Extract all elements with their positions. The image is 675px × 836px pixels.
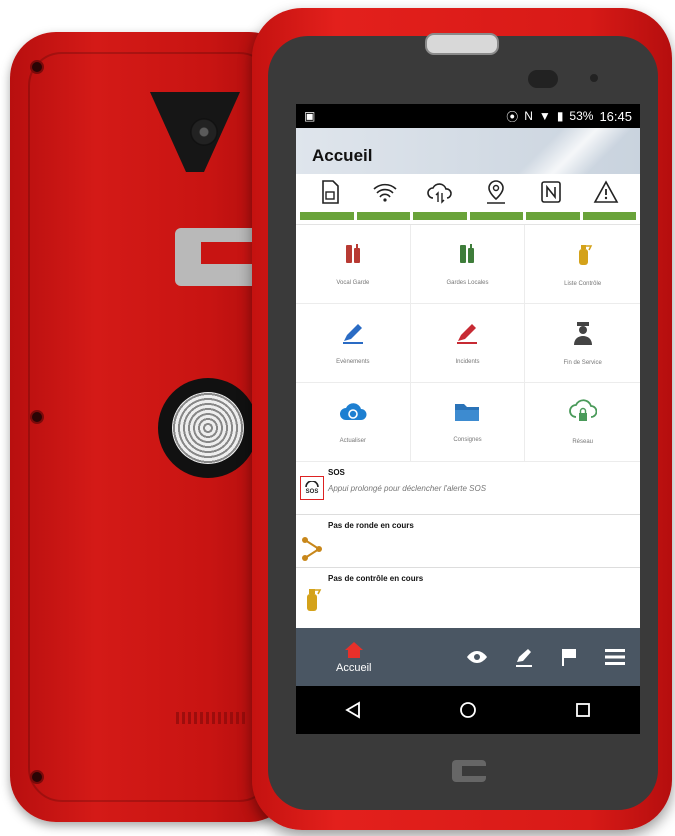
front-camera-icon [590,74,598,82]
battery-level: 53% [569,109,594,123]
front-brand-logo [452,760,486,782]
extinguisher-icon [307,589,322,611]
pen-icon [342,324,363,344]
eye-icon[interactable] [466,650,488,664]
menu-icon[interactable] [604,648,626,666]
tile-label: Fin de Service [563,360,602,366]
earpiece [425,33,499,55]
edit-icon[interactable] [514,647,534,667]
tile-label: Evènements [336,359,370,365]
battery-icon: ▮ [556,109,564,123]
menu-grid: Vocal Garde Gardes Locales Liste Contrôl… [296,224,640,462]
tile-label: Liste Contrôle [564,281,602,287]
walkie-talkie-icon [345,244,360,263]
screen: ▣ ⦿ N ▼ ▮ 53% 16:45 Accueil Vocal Garde … [296,104,640,734]
guard-icon [573,322,592,345]
pen-icon [457,324,478,344]
nav-home[interactable]: Accueil [336,641,371,674]
camera-lens-icon [190,118,218,146]
tile-evenements[interactable]: Evènements [296,304,411,383]
controle-item[interactable]: Pas de contrôle en cours [296,568,640,618]
speaker-grille [176,712,246,724]
nfc-icon[interactable] [536,177,566,207]
warning-icon[interactable] [591,177,621,207]
tile-actualiser[interactable]: Actualiser [296,383,411,462]
folder-icon [455,404,480,421]
route-icon [302,537,322,561]
sim-icon[interactable] [315,177,345,207]
tile-label: Consignes [453,437,482,443]
screw-icon [30,770,44,784]
cloud-lock-icon [568,399,597,421]
home-circle-icon[interactable] [459,701,477,719]
walkie-talkie-icon [460,244,475,263]
screw-icon [30,410,44,424]
sos-title: SOS [328,468,345,477]
nfc-status-icon: N [524,109,533,123]
tile-consignes[interactable]: Consignes [410,383,526,462]
tile-label: Incidents [455,359,480,365]
android-navigation-bar [296,686,640,734]
front-sensor [528,70,558,88]
cloud-refresh-icon [339,403,367,420]
sos-subtitle: Appui prolongé pour déclencher l'alerte … [328,484,487,493]
bottom-navigation: Accueil [296,628,640,686]
location-status-icon: ⦿ [506,109,519,124]
sos-phone-icon: SOS [300,476,324,500]
extinguisher-icon [578,245,592,265]
wifi-status-icon: ▼ [538,109,551,123]
sos-item[interactable]: SOS SOS Appui prolongé pour déclencher l… [296,462,640,515]
back-icon[interactable] [345,701,361,719]
recents-icon[interactable] [575,702,591,718]
page-title: Accueil [312,146,373,165]
nav-home-label: Accueil [336,661,372,674]
tile-incidents[interactable]: Incidents [410,304,526,383]
screw-icon [30,60,44,74]
status-bar: ▣ ⦿ N ▼ ▮ 53% 16:45 [296,104,640,128]
ronde-title: Pas de ronde en cours [328,521,414,530]
tile-label: Vocal Garde [336,280,370,286]
home-icon [344,641,363,658]
fingerprint-sensor [158,378,258,478]
tile-fin-de-service[interactable]: Fin de Service [525,304,640,383]
sos-badge: SOS [305,489,319,495]
status-indicator-bars [296,212,640,220]
tile-gardes-locales[interactable]: Gardes Locales [410,225,526,304]
tile-label: Réseau [572,439,593,445]
connectivity-row [296,174,640,210]
notification-icon: ▣ [304,109,316,123]
tile-liste-controle[interactable]: Liste Contrôle [525,225,640,304]
location-icon[interactable] [481,177,511,207]
tile-reseau[interactable]: Réseau [525,383,640,462]
brand-logo [175,228,259,286]
wifi-icon[interactable] [370,177,400,207]
cloud-sync-icon[interactable] [425,177,455,207]
tile-vocal-garde[interactable]: Vocal Garde [296,225,411,304]
clock: 16:45 [599,108,632,124]
tile-label: Actualiser [339,438,366,444]
controle-title: Pas de contrôle en cours [328,574,424,583]
ronde-item[interactable]: Pas de ronde en cours [296,515,640,568]
flag-icon[interactable] [560,647,578,667]
header-decoration [510,128,640,174]
tile-label: Gardes Locales [446,280,489,286]
app-header: Accueil [296,128,640,174]
